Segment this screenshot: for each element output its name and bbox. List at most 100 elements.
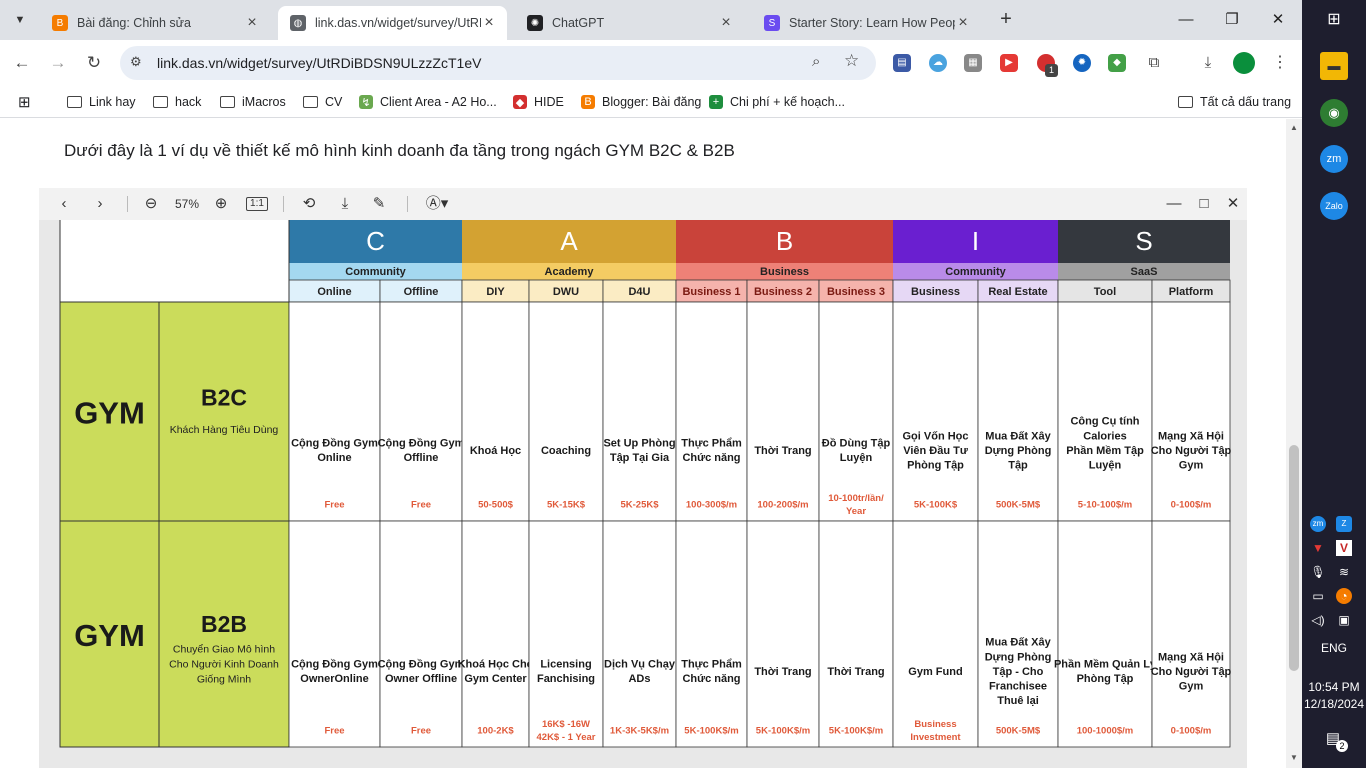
gym-label: GYM [74,618,145,653]
new-tab-button[interactable]: + [995,8,1017,30]
forward-button[interactable]: → [44,49,72,77]
address-bar[interactable]: ⚙ link.das.vn/widget/survey/UtRDiBDSN9UL… [120,46,876,80]
video-extension-icon[interactable]: ▶ [1000,54,1018,72]
download-icon[interactable]: ⤓ [1199,54,1217,72]
scroll-up-icon[interactable]: ▲ [1290,123,1298,132]
bookmark-label: CV [325,95,343,109]
flag-extension-icon[interactable]: ▤ [893,54,911,72]
folder-icon [66,95,82,109]
puzzle-icon[interactable]: ⧉ [1145,54,1163,72]
a2-icon: ↯ [359,95,373,109]
next-image-icon[interactable]: › [91,194,109,214]
tab-1[interactable]: B Bài đăng: Chỉnh sửa × [40,6,270,40]
zalo-app-icon[interactable]: Zalo [1320,192,1348,220]
page-scrollbar[interactable]: ▲ ▼ [1286,119,1302,768]
prev-image-icon[interactable]: ‹ [55,194,73,214]
item-cell [746,520,820,748]
close-tab-icon[interactable]: × [955,14,971,32]
site-info-icon[interactable]: ⚙ [130,54,142,70]
blogger-icon: B [581,95,595,109]
rss-tray-icon[interactable]: ◔ [1336,588,1352,604]
minimize-button[interactable]: — [1171,8,1201,32]
apps-icon[interactable]: ⊞ [18,92,31,112]
qr-extension-icon[interactable]: ▦ [964,54,982,72]
wifi-icon[interactable]: ≋ [1336,564,1352,580]
tab-title: Bài đăng: Chỉnh sửa [77,16,191,30]
bookmark-star-icon[interactable]: ☆ [844,51,859,71]
scroll-thumb[interactable] [1289,445,1299,671]
viewer-close-icon[interactable]: ✕ [1224,194,1242,214]
divider [407,196,408,212]
bookmark-item[interactable]: iMacros [219,92,286,112]
cloud-extension-icon[interactable]: ☁ [929,54,947,72]
intro-text: Dưới đây là 1 ví dụ về thiết kế mô hình … [64,141,735,160]
chrome-icon[interactable]: ◉ [1320,99,1348,127]
group-name: Academy [545,266,595,278]
item-label: Gọi Vốn Học Viên Đầu Tư Phòng Tập [903,430,969,471]
item-cell [892,520,979,748]
gear-extension-icon[interactable]: ✹ [1073,54,1091,72]
column-header-label: Offline [404,286,439,298]
close-tab-icon[interactable]: × [244,14,260,32]
bookmark-item[interactable]: + Chi phí + kế hoạch... [709,92,845,112]
actual-size-button[interactable]: 1:1 [246,197,268,211]
close-tab-icon[interactable]: × [718,14,734,32]
column-header-label: Tool [1094,286,1116,298]
tier-label: B2B [201,611,247,637]
back-button[interactable]: ← [8,49,36,77]
scroll-down-icon[interactable]: ▼ [1290,753,1298,762]
globe-icon: ◍ [290,15,306,31]
file-explorer-icon[interactable]: ▬ [1320,52,1348,80]
battery-icon[interactable]: ▭ [1310,588,1326,604]
adblock-extension-icon[interactable]: 1 [1037,54,1058,77]
translate-icon[interactable]: Ⓐ▾ [423,194,451,214]
all-bookmarks[interactable]: Tất cả dấu trang [1177,92,1291,112]
bookmark-item[interactable]: hack [152,92,201,112]
bookmark-item[interactable]: Link hay [66,92,136,112]
reload-button[interactable]: ↻ [80,49,108,77]
tab-search-button[interactable]: ▼ [8,8,32,32]
windows-start-icon[interactable]: ⊞ [1320,6,1348,34]
display-icon[interactable]: ▣ [1336,612,1352,628]
volume-icon[interactable]: ◁) [1310,612,1326,628]
menu-dots-icon[interactable]: ⋮ [1271,54,1289,72]
zoom-app-icon[interactable]: zm [1320,145,1348,173]
colorful-extension-icon[interactable]: ◆ [1108,54,1126,72]
tab-3[interactable]: ✺ ChatGPT × [515,6,744,40]
viewer-minimize-icon[interactable]: — [1165,194,1183,214]
taskbar: ⊞ ▬ ◉ zm Zalo zm Z ▼ V 🎙 ≋ ▭ ◔ ◁) ▣ ENG … [1302,0,1366,768]
clock-time[interactable]: 10:54 PM [1302,680,1366,694]
item-cell [977,301,1059,522]
bookmark-item[interactable]: CV [302,92,342,112]
shield-tray-icon[interactable]: ▼ [1310,540,1326,556]
close-window-button[interactable]: ✕ [1263,8,1293,32]
tab-2[interactable]: ◍ link.das.vn/widget/survey/UtRD × [278,6,507,40]
column-header-label: DIY [486,286,505,298]
item-label: Thời Trang [827,666,884,678]
microphone-icon[interactable]: 🎙 [1310,564,1326,580]
zoom-tray-icon[interactable]: zm [1310,516,1326,532]
close-tab-icon[interactable]: × [481,14,497,32]
bookmark-item[interactable]: ↯ Client Area - A2 Ho... [359,92,497,112]
notification-count: 2 [1336,740,1348,752]
group-letter: S [1135,226,1152,256]
zoom-in-icon[interactable]: ⊕ [211,194,231,214]
bookmark-item[interactable]: B Blogger: Bài đăng [581,92,701,112]
language-indicator[interactable]: ENG [1302,641,1366,655]
zoom-out-icon[interactable]: ⊖ [141,194,161,214]
vivaldi-tray-icon[interactable]: V [1336,540,1352,556]
bookmark-item[interactable]: ◆ HIDE [513,92,564,112]
viewer-maximize-icon[interactable]: □ [1195,194,1213,214]
column-header-label: Platform [1169,286,1214,298]
zoom-icon[interactable]: ⌕ [812,53,820,70]
clock-date[interactable]: 12/18/2024 [1302,697,1366,711]
extension-badge: 1 [1045,64,1058,77]
download-image-icon[interactable]: ⤓ [335,194,355,214]
starterstory-icon: S [764,15,780,31]
avatar[interactable] [1233,52,1255,74]
tab-4[interactable]: S Starter Story: Learn How People × [752,6,981,40]
zalo-tray-icon[interactable]: Z [1336,516,1352,532]
rotate-icon[interactable]: ⟲ [299,194,319,214]
restore-button[interactable]: ❐ [1217,8,1247,32]
edit-icon[interactable]: ✎ [369,194,389,214]
